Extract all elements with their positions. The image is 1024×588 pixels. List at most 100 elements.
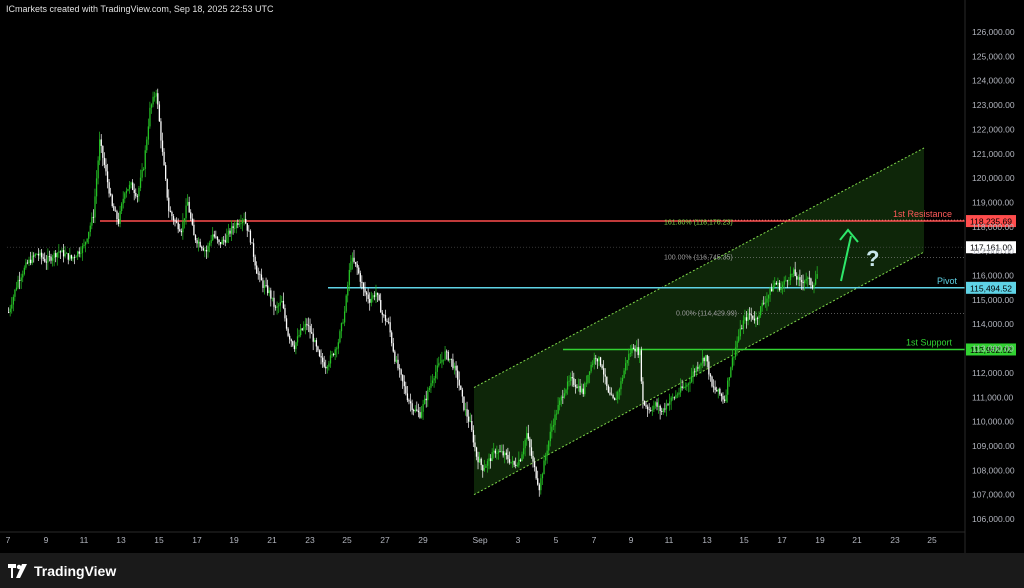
candle-body: [543, 460, 545, 475]
price-tick-label: 124,000.00: [972, 76, 1015, 86]
candle-body: [284, 308, 286, 319]
candle-body: [309, 326, 311, 333]
pivot-price-text: 115,494.52: [970, 283, 1012, 293]
candle-body: [474, 442, 476, 448]
candle-body: [304, 323, 307, 327]
candle-body: [348, 269, 350, 286]
candle-body: [413, 409, 415, 412]
candle-body: [497, 451, 500, 454]
candle-body: [786, 280, 789, 282]
candle-body: [427, 390, 429, 401]
candle-body: [614, 397, 616, 401]
price-tick-label: 108,000.00: [972, 465, 1015, 475]
candle-body: [18, 279, 21, 281]
question-mark-icon: ?: [866, 246, 879, 271]
candle-body: [522, 448, 525, 455]
candle-body: [796, 276, 798, 280]
candle-body: [433, 378, 435, 381]
candle-body: [450, 358, 453, 360]
candle-body: [805, 278, 807, 281]
candle-body: [794, 269, 796, 277]
candle-body: [28, 259, 30, 263]
candle-body: [494, 450, 496, 454]
candle-body: [345, 295, 347, 312]
candle-body: [77, 251, 79, 257]
candle-body: [182, 221, 184, 233]
candle-body: [394, 351, 396, 362]
candle-body: [629, 353, 632, 355]
candle-body: [797, 277, 800, 280]
candle-body: [485, 465, 487, 468]
candle-body: [194, 235, 197, 241]
candle-body: [89, 225, 91, 232]
candle-body: [766, 298, 768, 303]
candle-body: [267, 285, 269, 294]
candle-body: [444, 351, 446, 360]
candle-body: [179, 229, 181, 232]
candle-body: [378, 294, 380, 301]
candle-body: [285, 318, 288, 329]
candle-body: [631, 347, 633, 354]
candle-body: [328, 363, 330, 367]
candle-body: [136, 196, 139, 197]
candle-body: [185, 205, 187, 219]
candle-body: [438, 363, 440, 366]
candle-body: [703, 357, 705, 362]
price-axis[interactable]: 106,000.00 107,000.00 108,000.00 109,000.00…: [964, 0, 1015, 553]
candle-body: [802, 281, 804, 284]
candle-body: [47, 256, 49, 263]
candle-body: [493, 450, 495, 453]
candle-body: [541, 474, 544, 479]
candle-body: [100, 139, 102, 146]
candle-body: [612, 395, 614, 398]
candle-body: [172, 216, 175, 221]
candle-body: [670, 397, 672, 402]
price-chart[interactable]: 1st Resistance118,235.69Pivot115,494.521…: [0, 0, 1024, 553]
candle-body: [254, 256, 256, 266]
candle-body: [58, 251, 60, 253]
candle-body: [610, 394, 613, 396]
candle-body: [672, 397, 674, 399]
candle-body: [282, 300, 285, 309]
candle-body: [570, 377, 572, 381]
candle-body: [110, 193, 112, 196]
candle-body: [745, 317, 748, 321]
candle-body: [626, 360, 628, 364]
candle-body: [356, 263, 358, 268]
fib-label: 0.00% (114,429.99): [676, 311, 737, 318]
candle-body: [232, 226, 234, 229]
candle-body: [411, 403, 413, 410]
time-tick-label: 17: [192, 535, 202, 545]
candle-body: [788, 280, 790, 281]
candle-body: [237, 223, 239, 225]
candle-body: [158, 104, 161, 122]
tradingview-brand[interactable]: TradingView: [8, 561, 116, 581]
time-tick-label: 9: [629, 535, 634, 545]
candle-body: [697, 367, 699, 369]
candle-body: [135, 192, 137, 197]
candle-body: [311, 332, 313, 334]
time-axis[interactable]: 7 9 11 13 15 17 19 21 23 25 27 29 Sep 3 5 7 9 11 13 15 17 19 2…: [0, 531, 965, 545]
candle-body: [741, 328, 743, 330]
candle-body: [234, 227, 236, 229]
candle-body: [163, 151, 165, 166]
candle-body: [121, 203, 123, 212]
candle-body: [375, 292, 377, 297]
candle-body: [552, 425, 555, 427]
candle-body: [803, 280, 806, 284]
candle-body: [307, 325, 310, 327]
candle-body: [584, 383, 586, 395]
candle-body: [527, 433, 529, 439]
candle-body: [248, 230, 250, 232]
candle-body: [166, 178, 168, 198]
candle-body: [332, 353, 335, 355]
candle-body: [689, 381, 691, 384]
candle-body: [714, 387, 716, 391]
candle-body: [557, 404, 559, 414]
candle-body: [555, 413, 558, 415]
candle-body: [403, 381, 405, 387]
candle-body: [259, 273, 261, 275]
price-tick-label: 117,000.00: [972, 246, 1014, 256]
candle-body: [562, 396, 564, 398]
candle-body: [276, 306, 278, 308]
